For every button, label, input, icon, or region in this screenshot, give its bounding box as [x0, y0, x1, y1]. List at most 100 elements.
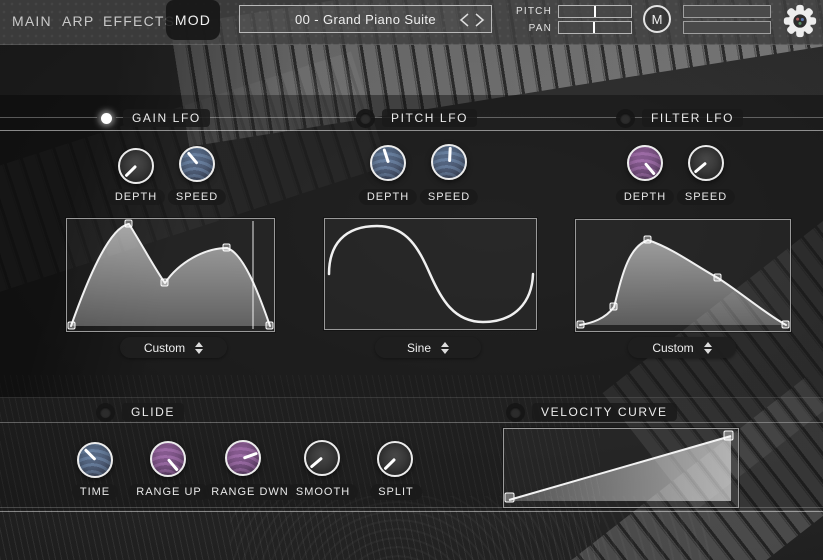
filter-depth-label: DEPTH — [616, 189, 674, 205]
knob-pointer — [167, 458, 179, 471]
filter-depth-knob[interactable] — [627, 145, 663, 181]
glide-range-dwn-knob[interactable] — [225, 440, 261, 476]
velocity-curve-led[interactable] — [506, 403, 525, 422]
glide-range-up-label: RANGE UP — [128, 484, 209, 500]
preset-nav — [458, 12, 486, 31]
filter-lfo-waveform-display[interactable] — [575, 219, 791, 332]
gain-lfo-led[interactable] — [97, 109, 116, 128]
glide-led[interactable] — [96, 403, 115, 422]
waveform-handle[interactable] — [223, 244, 230, 251]
pitch-lfo-waveform-display[interactable] — [324, 218, 537, 330]
knob-pointer — [448, 147, 451, 162]
pan-slider[interactable] — [558, 21, 632, 34]
knob-pointer — [186, 152, 198, 165]
divider — [0, 130, 823, 131]
gain-lfo-waveform-select[interactable]: Custom — [120, 337, 227, 358]
waveform-handle[interactable] — [266, 322, 273, 329]
gain-lfo-title: GAIN LFO — [123, 109, 210, 127]
knob-pointer — [694, 162, 707, 174]
glide-header: GLIDE — [96, 402, 184, 422]
waveform-handle[interactable] — [782, 321, 789, 328]
velocity-curve-header: VELOCITY CURVE — [506, 402, 677, 422]
glide-range-dwn-label: RANGE DWN — [203, 484, 296, 500]
waveform-handle[interactable] — [125, 220, 132, 227]
pitch-lfo-header: PITCH LFO — [356, 108, 477, 128]
knob-pointer — [84, 449, 96, 461]
preset-selector[interactable]: 00 - Grand Piano Suite — [239, 5, 492, 33]
pitch-label: PITCH — [512, 6, 552, 17]
waveform-handle[interactable] — [644, 236, 651, 243]
glide-split-knob[interactable] — [377, 441, 413, 477]
gain-lfo-waveform-display[interactable] — [66, 218, 275, 332]
filter-lfo-led[interactable] — [616, 109, 635, 128]
tab-mod[interactable]: MOD — [166, 0, 220, 40]
pitch-waveform-line — [329, 226, 533, 322]
knob-pointer — [243, 452, 258, 459]
divider — [0, 511, 823, 512]
waveform-handle[interactable] — [577, 321, 584, 328]
waveform-handle[interactable] — [714, 274, 721, 281]
meter-bottom — [683, 21, 771, 34]
pitch-lfo-title: PITCH LFO — [382, 109, 477, 127]
tab-main[interactable]: MAIN — [12, 0, 52, 42]
pitch-lfo-waveform-select[interactable]: Sine — [375, 337, 481, 358]
pitch-slider[interactable] — [558, 5, 632, 18]
gear-icon — [781, 2, 819, 40]
gain-speed-knob[interactable] — [179, 146, 215, 182]
filter-lfo-header: FILTER LFO — [616, 108, 743, 128]
filter-lfo-waveform-select[interactable]: Custom — [628, 337, 736, 358]
gain-speed-label: SPEED — [168, 189, 226, 205]
glide-split-label: SPLIT — [370, 484, 422, 500]
stepper-arrows-icon — [195, 342, 203, 354]
divider — [0, 397, 823, 398]
pitch-speed-label: SPEED — [420, 189, 478, 205]
filter-lfo-title: FILTER LFO — [642, 109, 743, 127]
stepper-arrows-icon — [704, 342, 712, 354]
mid-strip-shade — [0, 45, 823, 95]
knob-pointer — [310, 457, 323, 469]
velocity-handle-max[interactable] — [724, 431, 733, 440]
gain-lfo-header: GAIN LFO — [97, 108, 210, 128]
bottom-strip — [0, 510, 823, 560]
filter-speed-knob[interactable] — [688, 145, 724, 181]
meter-top — [683, 5, 771, 18]
waveform-handle[interactable] — [161, 279, 168, 286]
velocity-curve-display[interactable] — [503, 428, 739, 508]
glide-title: GLIDE — [122, 403, 184, 421]
pitch-lfo-waveform-value: Sine — [407, 341, 431, 355]
filter-speed-label: SPEED — [677, 189, 735, 205]
filter-lfo-waveform-value: Custom — [652, 341, 693, 355]
gain-depth-label: DEPTH — [107, 189, 165, 205]
velocity-curve-title: VELOCITY CURVE — [532, 403, 677, 421]
knob-pointer — [384, 458, 396, 470]
pitch-lfo-led[interactable] — [356, 109, 375, 128]
knob-pointer — [382, 148, 389, 163]
mono-button[interactable]: M — [643, 5, 671, 33]
pitch-depth-label: DEPTH — [359, 189, 417, 205]
waveform-handle[interactable] — [610, 303, 617, 310]
waveform-handle[interactable] — [68, 322, 75, 329]
tab-mod-label: MOD — [175, 12, 211, 28]
glide-time-knob[interactable] — [77, 442, 113, 478]
glide-smooth-label: SMOOTH — [288, 484, 358, 500]
preset-name: 00 - Grand Piano Suite — [295, 12, 436, 27]
velocity-handle-min[interactable] — [505, 493, 514, 502]
settings-button[interactable] — [781, 2, 819, 40]
prev-preset-icon — [461, 14, 468, 26]
glide-smooth-knob[interactable] — [304, 440, 340, 476]
stepper-arrows-icon — [441, 342, 449, 354]
next-preset-icon — [476, 14, 483, 26]
filter-waveform-fill — [580, 240, 786, 325]
pitch-slider-thumb[interactable] — [594, 6, 596, 17]
glide-range-up-knob[interactable] — [150, 441, 186, 477]
pitch-depth-knob[interactable] — [370, 145, 406, 181]
pitch-speed-knob[interactable] — [431, 144, 467, 180]
tab-effects[interactable]: EFFECTS — [103, 0, 175, 42]
knob-pointer — [125, 165, 137, 177]
pan-slider-thumb[interactable] — [593, 22, 595, 33]
pan-label: PAN — [512, 23, 552, 34]
plugin-window: MAIN ARP EFFECTS MOD 00 - Grand Piano Su… — [0, 0, 823, 560]
gain-depth-knob[interactable] — [118, 148, 154, 184]
tab-arp[interactable]: ARP — [62, 0, 94, 42]
divider — [0, 422, 823, 423]
